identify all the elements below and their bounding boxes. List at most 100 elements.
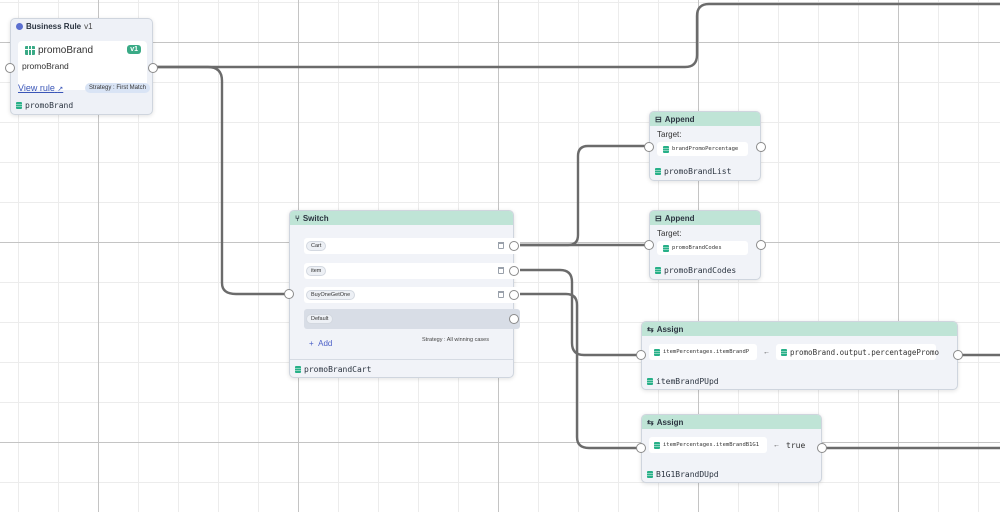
output-port[interactable]: [953, 350, 963, 360]
assign-target-field[interactable]: itemPercentages.itemBrandP: [649, 344, 757, 360]
input-port[interactable]: [284, 289, 294, 299]
switch-node[interactable]: ⑂ Switch Cart item BuyOneGetOne Default …: [284, 210, 520, 378]
switch-case[interactable]: item: [304, 263, 520, 279]
view-rule-label: View rule: [18, 83, 55, 93]
table-icon: [25, 46, 35, 55]
case-label: Cart: [306, 241, 327, 251]
target-value: promoBrandCodes: [672, 245, 722, 251]
database-icon: [647, 471, 653, 478]
switch-title: Switch: [302, 213, 329, 223]
switch-case[interactable]: BuyOneGetOne: [304, 287, 520, 303]
output-port[interactable]: [817, 443, 827, 453]
version-badge: v1: [127, 45, 141, 54]
input-port[interactable]: [644, 142, 654, 152]
trash-icon[interactable]: [498, 291, 504, 298]
database-icon: [654, 441, 660, 449]
assign-header: ⇆ Assign: [642, 322, 957, 336]
assign-target: itemPercentages.itemBrandB1G1: [663, 442, 760, 448]
add-case-label: Add: [318, 339, 333, 348]
target-field[interactable]: promoBrandCodes: [657, 241, 748, 255]
edge-cart-to-append1: [512, 144, 649, 247]
input-port[interactable]: [644, 240, 654, 250]
business-rule-title: Business Rule: [26, 22, 82, 31]
database-icon: [663, 145, 669, 153]
business-rule-subtitle: promoBrand: [22, 61, 69, 71]
business-rule-name: promoBrand: [25, 45, 93, 56]
trash-icon[interactable]: [498, 242, 504, 249]
database-icon: [781, 348, 787, 356]
trash-icon[interactable]: [498, 267, 504, 274]
switch-case[interactable]: Cart: [304, 238, 520, 254]
target-value: brandPromoPercentage: [672, 146, 739, 152]
assign-value[interactable]: true: [786, 441, 805, 450]
assign-source-field[interactable]: promoBrand.output.percentagePromo: [776, 344, 939, 360]
assign-title: Assign: [656, 324, 684, 334]
input-port[interactable]: [636, 443, 646, 453]
assign-arrow-icon: ←: [773, 441, 780, 449]
switch-strategy: Strategy : All winning cases: [422, 337, 489, 343]
database-icon: [655, 267, 661, 274]
assign-node[interactable]: ⇆ Assign itemPercentages.itemBrandP ← pr…: [636, 321, 963, 390]
append-node[interactable]: ⊟ Append Target: brandPromoPercentage pr…: [644, 111, 766, 181]
assign-row: itemPercentages.itemBrandP ← promoBrand.…: [649, 344, 939, 360]
append-footer: promoBrandList: [655, 167, 731, 176]
target-label: Target:: [657, 130, 682, 139]
append-icon: ⊟: [655, 114, 662, 124]
append-title: Append: [664, 213, 695, 223]
database-icon: [654, 348, 660, 356]
business-rule-version: v1: [84, 22, 93, 31]
target-field[interactable]: brandPromoPercentage: [657, 142, 748, 156]
business-rule-name-text: promoBrand: [38, 45, 94, 56]
append-footer-text: promoBrandCodes: [664, 266, 737, 275]
database-icon: [655, 168, 661, 175]
assign-title: Assign: [656, 417, 684, 427]
assign-node[interactable]: ⇆ Assign itemPercentages.itemBrandB1G1 ←…: [636, 414, 827, 483]
view-rule-link[interactable]: View rule ↗: [18, 83, 63, 93]
assign-target-field[interactable]: itemPercentages.itemBrandB1G1: [649, 437, 767, 453]
output-port[interactable]: [756, 142, 766, 152]
external-link-icon: ↗: [57, 86, 64, 93]
edge-rule-to-top: [153, 2, 1000, 69]
case-output-port[interactable]: [509, 290, 519, 300]
assign-footer-text: itemBrandPUpd: [656, 377, 719, 386]
switch-footer-text: promoBrandCart: [304, 365, 372, 374]
plus-icon: +: [309, 339, 314, 348]
case-output-port[interactable]: [509, 241, 519, 251]
switch-footer: promoBrandCart: [295, 365, 371, 374]
divider: [290, 359, 513, 360]
input-port[interactable]: [5, 63, 15, 73]
edge-b1g1-to-assign2: [512, 292, 641, 450]
assign-icon: ⇆: [647, 324, 654, 334]
database-icon: [647, 378, 653, 385]
switch-icon: ⑂: [295, 213, 300, 223]
append-header: ⊟ Append: [650, 112, 760, 126]
output-port[interactable]: [148, 63, 158, 73]
output-port[interactable]: [756, 240, 766, 250]
assign-footer: B1G1BrandDUpd: [647, 470, 719, 479]
database-icon: [16, 102, 22, 109]
business-rule-node[interactable]: Business Rule v1 promoBrand v1 promoBran…: [5, 18, 158, 115]
strategy-badge: Strategy : First Match: [85, 83, 151, 93]
switch-default-case[interactable]: Default: [304, 309, 520, 329]
database-icon: [295, 366, 301, 373]
append-node[interactable]: ⊟ Append Target: promoBrandCodes promoBr…: [644, 210, 766, 280]
append-footer-text: promoBrandList: [664, 167, 732, 176]
business-rule-header: Business Rule v1: [16, 22, 93, 31]
business-rule-footer: promoBrand: [16, 101, 73, 110]
assign-target: itemPercentages.itemBrandP: [663, 349, 750, 355]
case-output-port[interactable]: [509, 266, 519, 276]
append-title: Append: [664, 114, 695, 124]
default-label: Default: [306, 314, 334, 324]
input-port[interactable]: [636, 350, 646, 360]
assign-icon: ⇆: [647, 417, 654, 427]
add-case-button[interactable]: + Add: [309, 339, 332, 348]
assign-footer: itemBrandPUpd: [647, 377, 719, 386]
target-label: Target:: [657, 229, 682, 238]
append-header: ⊟ Append: [650, 211, 760, 225]
append-footer: promoBrandCodes: [655, 266, 736, 275]
assign-header: ⇆ Assign: [642, 415, 821, 429]
assign-row: itemPercentages.itemBrandB1G1 ← true: [649, 437, 805, 453]
assign-footer-text: B1G1BrandDUpd: [656, 470, 719, 479]
assign-arrow-icon: ←: [763, 348, 770, 356]
default-output-port[interactable]: [509, 314, 519, 324]
